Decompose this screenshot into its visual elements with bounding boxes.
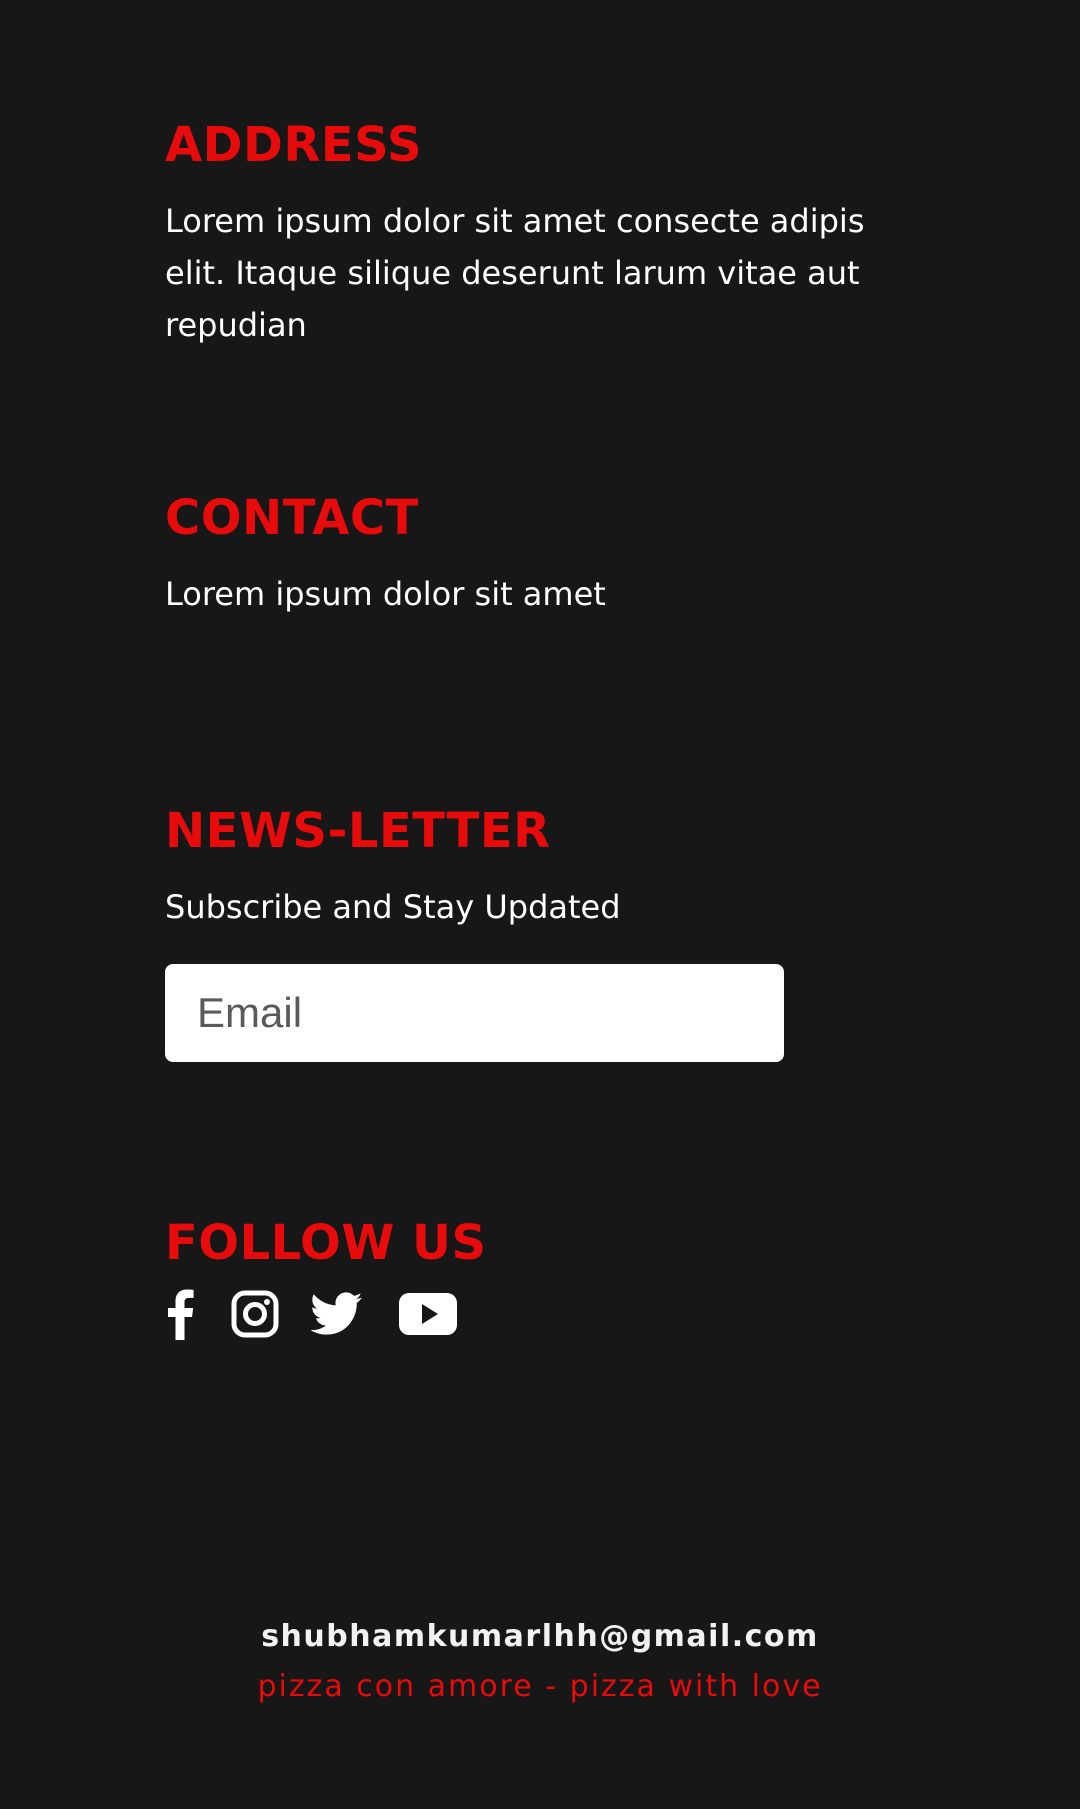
facebook-icon[interactable]	[165, 1288, 195, 1340]
footer-email: shubhamkumarlhh@gmail.com	[261, 1619, 819, 1654]
address-section: ADDRESS Lorem ipsum dolor sit amet conse…	[165, 115, 925, 351]
youtube-icon[interactable]	[399, 1293, 457, 1335]
newsletter-section: NEWS-LETTER Subscribe and Stay Updated	[165, 801, 925, 1062]
newsletter-heading: NEWS-LETTER	[165, 803, 551, 859]
contact-section: CONTACT Lorem ipsum dolor sit amet	[165, 488, 925, 620]
contact-text: Lorem ipsum dolor sit amet	[165, 575, 606, 613]
footer: shubhamkumarlhh@gmail.com pizza con amor…	[0, 1614, 1080, 1710]
twitter-icon[interactable]	[311, 1292, 363, 1336]
address-heading: ADDRESS	[165, 117, 423, 173]
follow-section: FOLLOW US	[165, 1213, 925, 1343]
social-links	[165, 1285, 925, 1343]
email-input[interactable]	[165, 964, 784, 1062]
address-text: Lorem ipsum dolor sit amet consecte adip…	[165, 202, 865, 344]
instagram-icon[interactable]	[231, 1290, 279, 1338]
contact-heading: CONTACT	[165, 490, 419, 546]
newsletter-text: Subscribe and Stay Updated	[165, 888, 621, 926]
follow-heading: FOLLOW US	[165, 1215, 487, 1271]
footer-tagline: pizza con amore - pizza with love	[257, 1669, 823, 1704]
